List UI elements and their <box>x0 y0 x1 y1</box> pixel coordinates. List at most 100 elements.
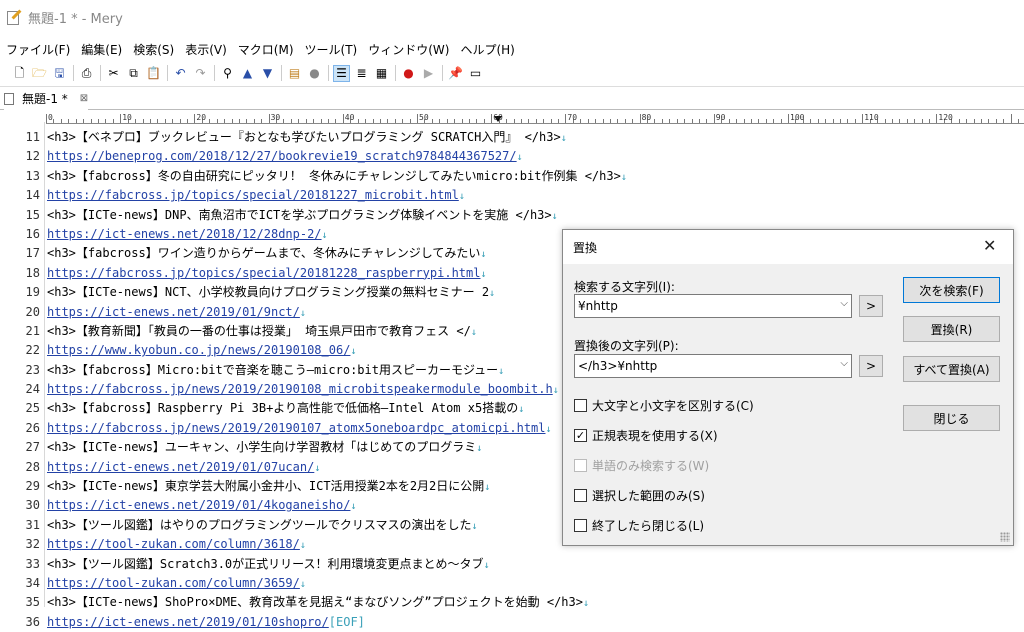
line-text[interactable]: https://www.kyobun.co.jp/news/20190108_0… <box>47 341 356 361</box>
regex-checkbox[interactable]: ✓ 正規表現を使用する(X) <box>574 426 718 444</box>
line-text[interactable]: https://beneprog.com/2018/12/27/bookrevi… <box>47 147 523 167</box>
url-text[interactable]: https://ict-enews.net/2019/01/07ucan/ <box>47 460 314 474</box>
line-text[interactable]: <h3>【fabcross】Raspberry Pi 3B+より高性能で低価格―… <box>47 399 524 419</box>
menu-file[interactable]: ファイル(F) <box>6 41 70 58</box>
line-text[interactable]: https://ict-enews.net/2019/01/9nct/↓ <box>47 303 306 323</box>
heading-text[interactable]: <h3>【ツール図鑑】はやりのプログラミングツールでクリスマスの演出をした <box>47 518 472 532</box>
replace-combo[interactable]: ⌵ <box>574 354 852 378</box>
wrap-column-icon[interactable]: ▦ <box>373 65 390 82</box>
checkbox-box[interactable] <box>574 518 587 532</box>
line-text[interactable]: <h3>【ツール図鑑】Scratch3.0が正式リリース！利用環境変更点まとめ～… <box>47 555 490 575</box>
close-button[interactable]: 閉じる <box>903 405 1000 431</box>
line-text[interactable]: <h3>【ICTe-news】東京学芸大附属小金井小、ICT活用授業2本を2月2… <box>47 477 490 497</box>
line-text[interactable]: https://tool-zukan.com/column/3618/↓ <box>47 535 306 555</box>
menu-view[interactable]: 表示(V) <box>185 41 227 58</box>
find-previous-icon[interactable]: ▲ <box>239 65 256 82</box>
print-icon[interactable]: ⎙ <box>78 65 95 82</box>
line-text[interactable]: https://ict-enews.net/2018/12/28dnp-2/↓ <box>47 225 328 245</box>
close-when-done-checkbox[interactable]: 終了したら閉じる(L) <box>574 516 704 534</box>
url-text[interactable]: https://ict-enews.net/2019/01/4koganeish… <box>47 498 350 512</box>
window-icon[interactable]: ▭ <box>467 65 484 82</box>
pin-icon[interactable]: 📌 <box>447 65 464 82</box>
line-text[interactable]: <h3>【fabcross】Micro:bitで音楽を聴こう―micro:bit… <box>47 361 504 381</box>
heading-text[interactable]: <h3>【ツール図鑑】Scratch3.0が正式リリース！利用環境変更点まとめ～… <box>47 557 484 571</box>
heading-text[interactable]: <h3>【ICTe-news】東京学芸大附属小金井小、ICT活用授業2本を2月2… <box>47 479 484 493</box>
menu-search[interactable]: 検索(S) <box>133 41 174 58</box>
wrap-window-icon[interactable]: ≣ <box>353 65 370 82</box>
replace-input[interactable] <box>578 357 826 375</box>
open-folder-icon[interactable]: 🗁 <box>31 65 48 82</box>
run-macro-icon[interactable]: ▶ <box>420 65 437 82</box>
heading-text[interactable]: <h3>【fabcross】冬の自由研究にピッタリ！ 冬休みにチャレンジしてみた… <box>47 169 621 183</box>
line-text[interactable]: <h3>【fabcross】ワイン造りからゲームまで、冬休みにチャレンジしてみた… <box>47 244 486 264</box>
copy-icon[interactable]: ⧉ <box>125 65 142 82</box>
redo-icon[interactable]: ↷ <box>192 65 209 82</box>
text-line[interactable]: 33 <h3>【ツール図鑑】Scratch3.0が正式リリース！利用環境変更点まと… <box>0 555 1024 574</box>
chevron-down-icon[interactable]: ⌵ <box>840 298 848 309</box>
checkbox-box[interactable] <box>574 488 587 502</box>
replace-regex-helper-button[interactable]: > <box>859 355 883 377</box>
text-line[interactable]: 35 <h3>【ICTe-news】ShoPro×DME、教育改革を見据え“まなび… <box>0 593 1024 612</box>
tab-close-icon[interactable]: ⊠ <box>80 93 88 104</box>
line-text[interactable]: <h3>【ベネプロ】ブックレビュー『おとなも学びたいプログラミング SCRATC… <box>47 128 567 148</box>
menu-macro[interactable]: マクロ(M) <box>238 41 294 58</box>
menu-tools[interactable]: ツール(T) <box>305 41 358 58</box>
line-text[interactable]: <h3>【教育新聞】「教員の一番の仕事は授業」 埼玉県戸田市で教育フェス </↓ <box>47 322 477 342</box>
line-text[interactable]: https://fabcross.jp/topics/special/20181… <box>47 264 487 284</box>
heading-text[interactable]: <h3>【ICTe-news】NCT、小学校教員向けプログラミング授業の無料セミ… <box>47 285 489 299</box>
url-text[interactable]: https://tool-zukan.com/column/3659/ <box>47 576 300 590</box>
paste-icon[interactable]: 📋 <box>145 65 162 82</box>
line-text[interactable]: https://ict-enews.net/2019/01/4koganeish… <box>47 496 356 516</box>
grep-icon[interactable]: ▤ <box>286 65 303 82</box>
find-regex-helper-button[interactable]: > <box>859 295 883 317</box>
line-text[interactable]: https://tool-zukan.com/column/3659/↓ <box>47 574 306 594</box>
replace-button[interactable]: 置換(R) <box>903 316 1000 342</box>
find-next-icon[interactable]: ▼ <box>259 65 276 82</box>
line-text[interactable]: https://fabcross.jp/topics/special/20181… <box>47 186 465 206</box>
url-text[interactable]: https://www.kyobun.co.jp/news/20190108_0… <box>47 343 350 357</box>
text-line[interactable]: 11 <h3>【ベネプロ】ブックレビュー『おとなも学びたいプログラミング SCRA… <box>0 128 1024 147</box>
resize-grip[interactable] <box>1000 532 1010 542</box>
line-text[interactable]: https://fabcross.jp/news/2019/20190107_a… <box>47 419 552 439</box>
menu-help[interactable]: ヘルプ(H) <box>460 41 514 58</box>
url-text[interactable]: https://ict-enews.net/2018/12/28dnp-2/ <box>47 227 322 241</box>
url-text[interactable]: https://fabcross.jp/news/2019/20190107_a… <box>47 421 546 435</box>
checkbox-box[interactable] <box>574 398 587 412</box>
highlight-toggle-icon[interactable]: ● <box>306 65 323 82</box>
checkbox-box[interactable]: ✓ <box>574 428 587 442</box>
selection-only-checkbox[interactable]: 選択した範囲のみ(S) <box>574 486 705 504</box>
heading-text[interactable]: <h3>【fabcross】ワイン造りからゲームまで、冬休みにチャレンジしてみた… <box>47 246 480 260</box>
line-text[interactable]: <h3>【ICTe-news】NCT、小学校教員向けプログラミング授業の無料セミ… <box>47 283 495 303</box>
url-text[interactable]: https://beneprog.com/2018/12/27/bookrevi… <box>47 149 517 163</box>
text-line[interactable]: 15 <h3>【ICTe-news】DNP、南魚沼市でICTを学ぶプログラミング体… <box>0 206 1024 225</box>
text-line[interactable]: 13 <h3>【fabcross】冬の自由研究にピッタリ！ 冬休みにチャレンジして… <box>0 167 1024 186</box>
line-text[interactable]: <h3>【ツール図鑑】はやりのプログラミングツールでクリスマスの演出をした↓ <box>47 516 478 536</box>
url-text[interactable]: https://ict-enews.net/2019/01/9nct/ <box>47 305 300 319</box>
find-next-button[interactable]: 次を検索(F) <box>903 277 1000 303</box>
find-combo[interactable]: ⌵ <box>574 294 852 318</box>
text-line[interactable]: 12 https://beneprog.com/2018/12/27/bookre… <box>0 147 1024 166</box>
line-text[interactable]: https://fabcross.jp/news/2019/20190108_m… <box>47 380 559 400</box>
url-text[interactable]: https://fabcross.jp/topics/special/20181… <box>47 266 480 280</box>
text-line[interactable]: 14 https://fabcross.jp/topics/special/201… <box>0 186 1024 205</box>
chevron-down-icon[interactable]: ⌵ <box>840 358 848 369</box>
line-text[interactable]: https://ict-enews.net/2019/01/10shopro/[… <box>47 613 365 632</box>
text-line[interactable]: 36 https://ict-enews.net/2019/01/10shopro… <box>0 613 1024 632</box>
text-line[interactable]: 34 https://tool-zukan.com/column/3659/↓ <box>0 574 1024 593</box>
menu-window[interactable]: ウィンドウ(W) <box>368 41 449 58</box>
heading-text[interactable]: <h3>【fabcross】Raspberry Pi 3B+より高性能で低価格―… <box>47 401 518 415</box>
heading-text[interactable]: <h3>【ICTe-news】ユーキャン、小学生向け学習教材「はじめてのプログラ… <box>47 440 476 454</box>
heading-text[interactable]: <h3>【ベネプロ】ブックレビュー『おとなも学びたいプログラミング SCRATC… <box>47 130 561 144</box>
new-file-icon[interactable]: 🗋 <box>11 65 28 82</box>
heading-text[interactable]: <h3>【教育新聞】「教員の一番の仕事は授業」 埼玉県戸田市で教育フェス </ <box>47 324 471 338</box>
line-text[interactable]: https://ict-enews.net/2019/01/07ucan/↓ <box>47 458 320 478</box>
match-case-checkbox[interactable]: 大文字と小文字を区別する(C) <box>574 396 754 414</box>
cut-icon[interactable]: ✂ <box>105 65 122 82</box>
no-wrap-icon[interactable]: ☰ <box>333 64 350 82</box>
record-macro-icon[interactable]: ● <box>400 65 417 82</box>
save-icon[interactable]: 🖫 <box>51 65 68 82</box>
tab-untitled-1[interactable]: 無題-1 * ⊠ <box>4 87 89 110</box>
line-text[interactable]: <h3>【ICTe-news】ShoPro×DME、教育改革を見据え“まなびソン… <box>47 593 589 613</box>
line-text[interactable]: <h3>【ICTe-news】ユーキャン、小学生向け学習教材「はじめてのプログラ… <box>47 438 482 458</box>
url-text[interactable]: https://fabcross.jp/news/2019/20190108_m… <box>47 382 553 396</box>
